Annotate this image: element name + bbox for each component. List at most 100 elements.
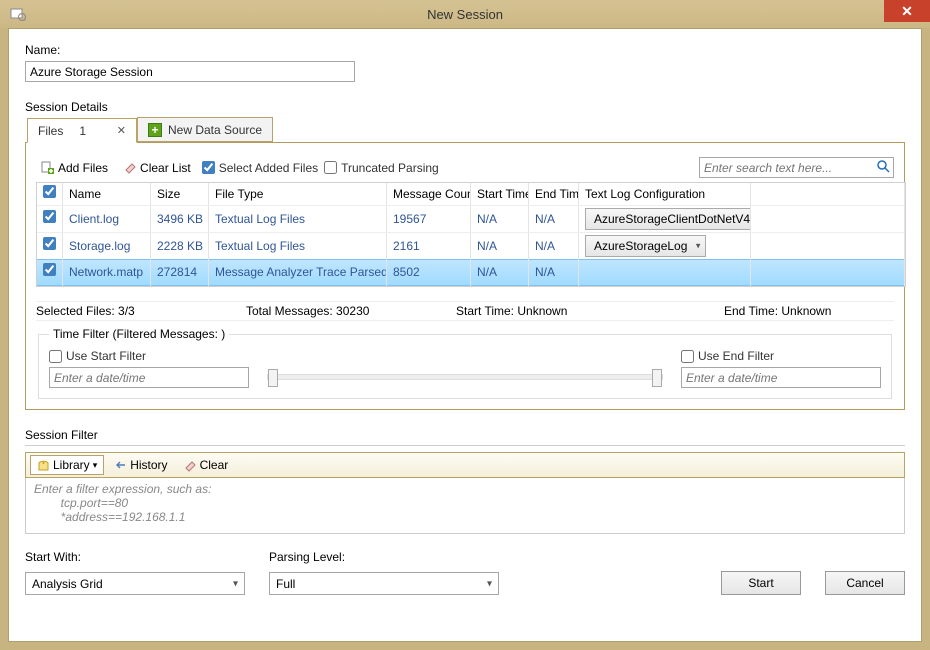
files-table: Name Size File Type Message Count Start … [36,182,906,287]
cell-type: Textual Log Files [209,206,387,233]
text-log-config-select[interactable]: AzureStorageLog ▾ [585,235,706,257]
tab-close-icon[interactable]: ✕ [117,124,126,137]
tab-new-data-source-label: New Data Source [168,123,262,137]
parsing-level-label: Parsing Level: [269,550,499,564]
cell-cfg: AzureStorageClientDotNetV4▾ [579,206,751,233]
summary-start: Start Time: Unknown [456,304,656,318]
truncated-parsing-checkbox[interactable]: Truncated Parsing [324,161,439,175]
library-button[interactable]: Library ▾ [30,455,104,475]
titlebar: New Session ✕ [0,0,930,28]
truncated-parsing-box[interactable] [324,161,337,174]
cell-type: Message Analyzer Trace Parsed [209,259,387,286]
cell-cfg [579,259,751,286]
tab-new-data-source[interactable]: + New Data Source [137,117,273,142]
col-st[interactable]: Start Time [471,183,529,205]
history-label: History [130,458,167,472]
table-row[interactable]: Client.log3496 KBTextual Log Files19567 N… [37,205,905,232]
clear-filter-button[interactable]: Clear [178,456,235,474]
library-label: Library [53,458,90,472]
name-input[interactable] [25,61,355,82]
parsing-level-value: Full [276,577,295,591]
table-row[interactable]: Network.matp272814Message Analyzer Trace… [37,259,905,286]
cell-start: N/A [471,233,529,260]
col-cfg[interactable]: Text Log Configuration [579,183,751,205]
cell-end: N/A [529,206,579,233]
search-icon[interactable] [876,159,890,173]
end-filter-input[interactable] [681,367,881,388]
session-filter-header: Session Filter [25,428,905,442]
col-msg[interactable]: Message Count [387,183,471,205]
slider-thumb-right[interactable] [652,369,662,387]
col-name[interactable]: Name [63,183,151,205]
clear-filter-icon [184,459,197,472]
select-added-files-box[interactable] [202,161,215,174]
eraser-icon [124,161,137,174]
close-button[interactable]: ✕ [884,0,930,22]
add-files-icon [41,161,55,175]
tab-files[interactable]: Files 1 ✕ [27,118,137,143]
cell-size: 3496 KB [151,206,209,233]
cell-cfg: AzureStorageLog ▾ [579,233,751,260]
col-type[interactable]: File Type [209,183,387,205]
time-filter-legend: Time Filter (Filtered Messages: ) [49,327,229,341]
use-start-filter-checkbox[interactable]: Use Start Filter [49,349,249,363]
row-checkbox[interactable] [43,210,56,223]
slider-thumb-left[interactable] [268,369,278,387]
cell-start: N/A [471,259,529,286]
tab-files-count: 1 [79,124,86,138]
summary-end: End Time: Unknown [724,304,894,318]
files-toolbar: Add Files Clear List Select Added Files … [36,157,894,178]
summary-row: Selected Files: 3/3 Total Messages: 3023… [36,301,894,321]
tab-files-label: Files [38,124,63,138]
text-log-config-select[interactable]: AzureStorageClientDotNetV4▾ [585,208,751,230]
table-header: Name Size File Type Message Count Start … [37,183,905,205]
close-icon: ✕ [901,3,913,20]
col-et[interactable]: End Time [529,183,579,205]
search-input[interactable] [699,157,894,178]
add-files-button[interactable]: Add Files [36,158,113,178]
tabs: Files 1 ✕ + New Data Source [25,117,905,143]
select-added-files-label: Select Added Files [219,161,318,175]
header-checkbox[interactable] [43,185,56,198]
select-added-files-checkbox[interactable]: Select Added Files [202,161,318,175]
text-log-config-value: AzureStorageClientDotNetV4 [594,206,750,233]
time-slider[interactable] [267,374,663,380]
chevron-down-icon: ▾ [487,578,492,589]
chevron-down-icon: ▾ [696,233,701,260]
start-button[interactable]: Start [721,571,801,595]
start-with-label: Start With: [25,550,245,564]
cell-end: N/A [529,259,579,286]
table-body: Client.log3496 KBTextual Log Files19567N… [37,205,905,286]
cell-msg: 19567 [387,206,471,233]
truncated-parsing-label: Truncated Parsing [341,161,439,175]
cell-name: Client.log [63,206,151,233]
text-log-config-value: AzureStorageLog [594,233,687,260]
start-filter-input[interactable] [49,367,249,388]
use-end-filter-box[interactable] [681,350,694,363]
use-end-filter-checkbox[interactable]: Use End Filter [681,349,881,363]
history-button[interactable]: History [108,456,173,474]
start-with-value: Analysis Grid [32,577,103,591]
filter-expression-input[interactable]: Enter a filter expression, such as: tcp.… [25,478,905,534]
start-with-select[interactable]: Analysis Grid ▾ [25,572,245,595]
clear-list-button[interactable]: Clear List [119,158,196,178]
col-size[interactable]: Size [151,183,209,205]
add-files-label: Add Files [58,161,108,175]
chevron-down-icon: ▾ [93,460,98,471]
cell-size: 2228 KB [151,233,209,260]
use-start-filter-box[interactable] [49,350,62,363]
cancel-button[interactable]: Cancel [825,571,905,595]
client-area: Name: Session Details Files 1 ✕ + New Da… [8,28,922,642]
table-row[interactable]: Storage.log2228 KBTextual Log Files2161N… [37,232,905,259]
name-label: Name: [25,43,905,57]
parsing-level-select[interactable]: Full ▾ [269,572,499,595]
use-start-filter-label: Use Start Filter [66,349,146,363]
chevron-down-icon: ▾ [233,578,238,589]
row-checkbox[interactable] [43,237,56,250]
files-panel: Add Files Clear List Select Added Files … [25,143,905,410]
row-checkbox[interactable] [43,263,56,276]
summary-selected: Selected Files: 3/3 [36,304,206,318]
history-icon [114,459,127,472]
window-title: New Session [0,7,930,22]
cell-end: N/A [529,233,579,260]
